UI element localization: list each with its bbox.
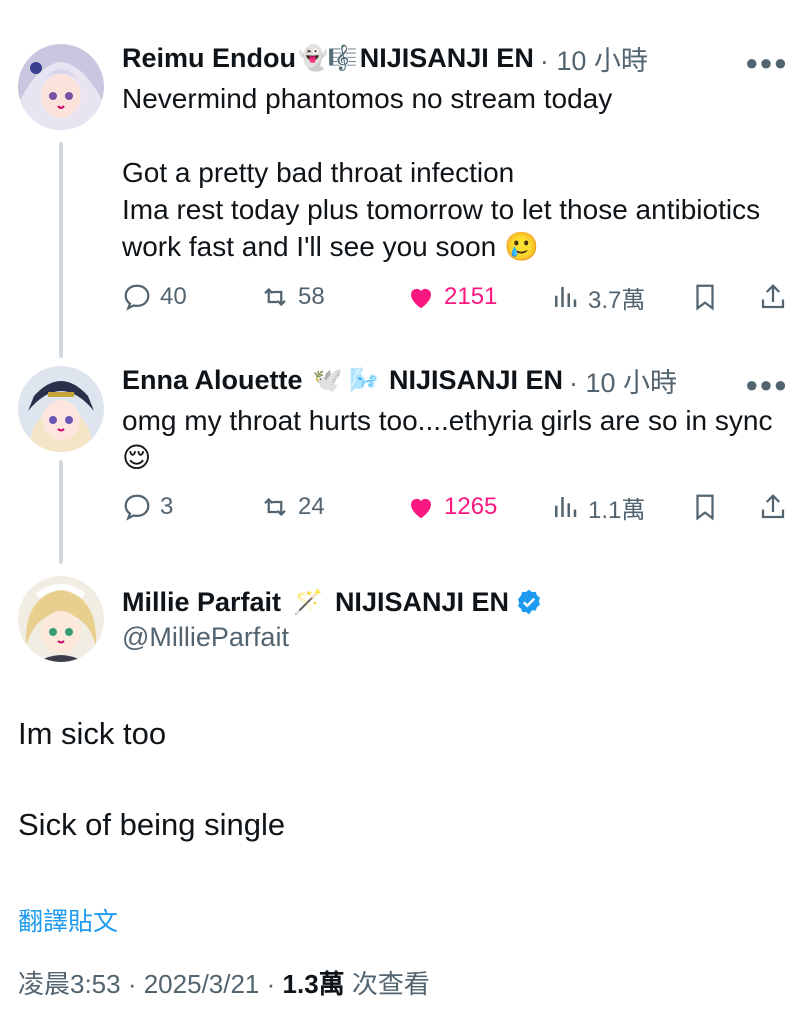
share-button[interactable] <box>758 282 796 312</box>
reply-icon <box>124 284 150 311</box>
retweet-count: 24 <box>298 493 325 520</box>
post-views-label: 次查看 <box>351 969 430 999</box>
main-tweet-line-2: Sick of being single <box>18 807 286 842</box>
tweet-time[interactable]: · 10 小時 <box>569 361 677 400</box>
retweet-button[interactable]: 24 <box>260 492 325 522</box>
bookmark-icon <box>696 284 714 311</box>
display-name[interactable]: Enna Alouette <box>122 365 303 396</box>
views-icon <box>555 287 577 307</box>
views-icon <box>555 497 577 517</box>
post-meta: 凌晨3:53 · 2025/3/21 · 1.3萬 次查看 <box>18 964 430 1001</box>
post-date[interactable]: · 2025/3/21 · <box>128 969 275 999</box>
name-emoji: 👻🎼 <box>298 44 358 72</box>
like-count: 2151 <box>444 283 498 310</box>
retweet-button[interactable]: 58 <box>260 282 325 312</box>
verified-badge-icon <box>518 589 540 615</box>
views-button[interactable]: 1.1萬 <box>550 490 645 525</box>
like-button[interactable]: 1265 <box>406 492 497 522</box>
main-tweet-line-1: Im sick too <box>18 716 167 751</box>
retweet-icon <box>264 287 286 307</box>
name-emoji: 🕊️ 🌬️ <box>312 366 379 394</box>
display-name[interactable]: Millie Parfait <box>122 587 281 618</box>
reply-count: 3 <box>160 493 174 520</box>
bookmark-button[interactable] <box>690 492 728 522</box>
more-options-icon[interactable]: ●●● <box>745 372 788 398</box>
tweet-text: Nevermind phantomos no stream today Got … <box>122 83 761 262</box>
thread-connector-1 <box>59 142 63 358</box>
views-count: 1.1萬 <box>588 496 646 524</box>
author-row: Millie Parfait 🪄 NIJISANJI EN <box>122 584 792 620</box>
bookmark-icon <box>696 494 714 521</box>
share-icon <box>761 494 785 519</box>
post-views-count: 1.3萬 <box>282 969 345 999</box>
main-tweet-author[interactable]: Millie Parfait 🪄 NIJISANJI EN @MilliePar… <box>122 584 792 653</box>
reply-button[interactable]: 40 <box>122 282 187 312</box>
retweet-icon <box>264 497 286 517</box>
post-time[interactable]: 凌晨3:53 <box>18 969 121 999</box>
views-button[interactable]: 3.7萬 <box>550 280 645 315</box>
tweet-actions: 3 24 1265 1.1萬 <box>122 487 792 527</box>
reply-icon <box>124 494 150 521</box>
share-icon <box>761 284 785 309</box>
org-name[interactable]: NIJISANJI EN <box>389 365 563 396</box>
avatar-enna[interactable] <box>18 366 104 452</box>
tweet-text: omg my throat hurts too....ethyria girls… <box>122 405 781 473</box>
name-emoji: 🪄 <box>293 588 323 616</box>
like-button[interactable]: 2151 <box>406 282 497 312</box>
more-options-icon[interactable]: ●●● <box>745 50 788 76</box>
share-button[interactable] <box>758 492 796 522</box>
thread-connector-2 <box>59 460 63 564</box>
display-name[interactable]: Reimu Endou <box>122 43 296 74</box>
tweet-time[interactable]: · 10 小時 <box>540 39 648 78</box>
user-handle[interactable]: @MillieParfait <box>122 622 792 653</box>
like-count: 1265 <box>444 493 498 520</box>
tweet-header: Enna Alouette 🕊️ 🌬️ NIJISANJI EN · 10 小時 <box>122 362 792 398</box>
tweet-reimu[interactable]: Reimu Endou 👻🎼 NIJISANJI EN · 10 小時 ●●● … <box>122 40 792 265</box>
heart-icon <box>411 498 431 519</box>
translate-post-link[interactable]: 翻譯貼文 <box>18 902 118 938</box>
org-name[interactable]: NIJISANJI EN <box>360 43 534 74</box>
views-count: 3.7萬 <box>588 286 646 314</box>
retweet-count: 58 <box>298 283 325 310</box>
heart-icon <box>411 288 431 309</box>
avatar-millie[interactable] <box>18 576 104 662</box>
tweet-header: Reimu Endou 👻🎼 NIJISANJI EN · 10 小時 <box>122 40 792 76</box>
avatar-reimu[interactable] <box>18 44 104 130</box>
org-name[interactable]: NIJISANJI EN <box>335 587 509 618</box>
reply-count: 40 <box>160 283 187 310</box>
bookmark-button[interactable] <box>690 282 728 312</box>
reply-button[interactable]: 3 <box>122 492 173 522</box>
tweet-enna[interactable]: Enna Alouette 🕊️ 🌬️ NIJISANJI EN · 10 小時… <box>122 362 792 476</box>
tweet-actions: 40 58 2151 3.7萬 <box>122 277 792 317</box>
